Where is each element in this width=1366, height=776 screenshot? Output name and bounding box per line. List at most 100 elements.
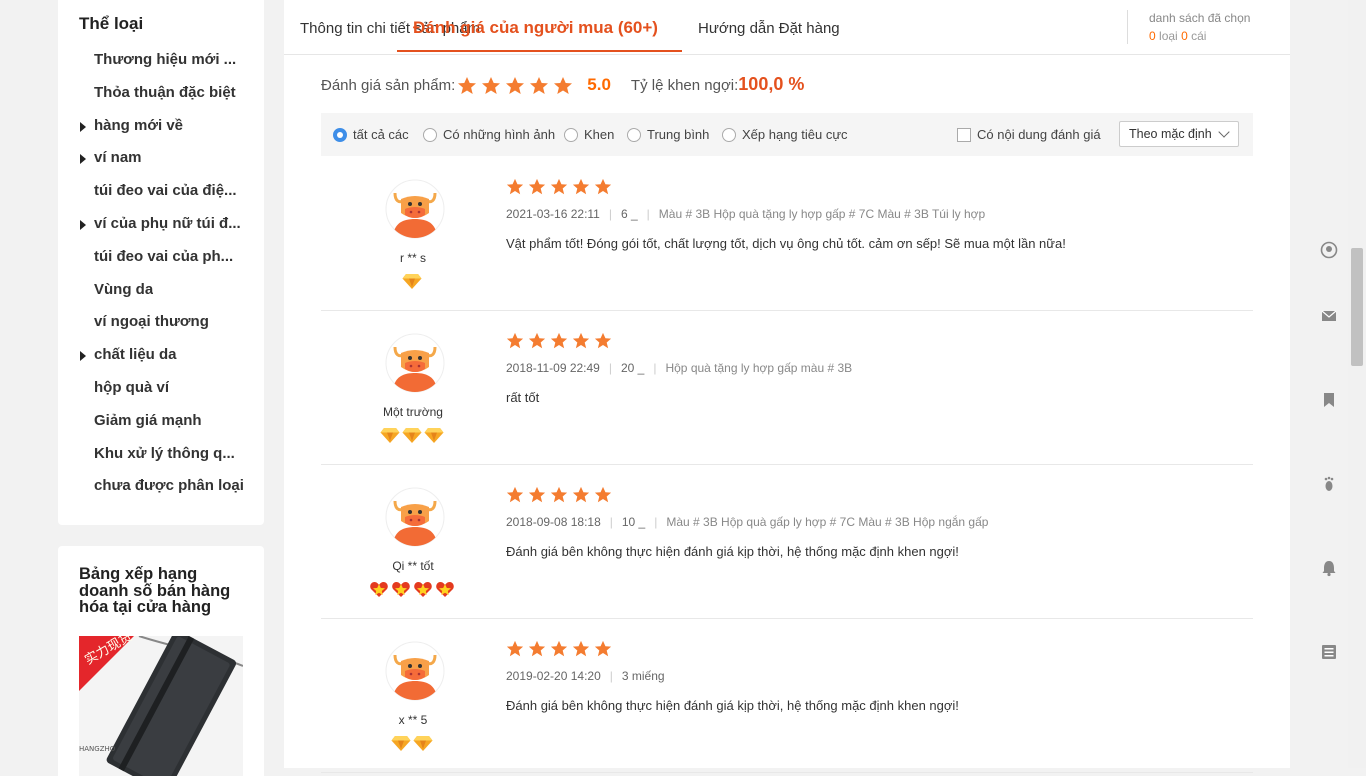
- review-date: 2019-02-20 14:20: [506, 669, 601, 683]
- diamond-badge-icon: [424, 428, 444, 443]
- mail-icon[interactable]: [1320, 307, 1338, 325]
- star-icon: [530, 77, 549, 95]
- category-item[interactable]: hộp quà ví: [79, 372, 259, 405]
- scroll-thumb[interactable]: [1351, 248, 1363, 366]
- reviewer-name: x ** 5: [398, 713, 428, 727]
- category-item[interactable]: Thỏa thuận đặc biệt: [79, 77, 259, 110]
- review-date: 2018-09-08 18:18: [506, 515, 601, 529]
- has-content-filter[interactable]: Có nội dung đánh giá: [957, 125, 1101, 145]
- category-label: Thỏa thuận đặc biệt: [94, 83, 236, 101]
- bull-avatar-icon: [385, 641, 445, 701]
- category-label: ví nam: [94, 149, 142, 167]
- review-date: 2021-03-16 22:11: [506, 207, 600, 221]
- summary-stars: [457, 72, 577, 100]
- filter-neutral[interactable]: Trung bình: [627, 125, 709, 145]
- ranking-product-image[interactable]: 实力现货 HANGZHO: [79, 636, 243, 776]
- star-icon: [594, 486, 612, 503]
- category-label: túi đeo vai của điệ...: [94, 182, 237, 200]
- expand-arrow-icon[interactable]: [80, 121, 86, 132]
- star-icon: [458, 77, 477, 95]
- filter-with-images-label: Có những hình ảnh: [443, 127, 556, 142]
- rating-summary-label: Đánh giá sản phẩm:: [321, 77, 456, 94]
- bull-avatar-icon: [385, 179, 445, 239]
- star-icon: [528, 178, 546, 195]
- has-content-checkbox[interactable]: [957, 128, 971, 142]
- selected-list[interactable]: danh sách đã chọn 0 loại 0 cái: [1127, 10, 1250, 44]
- review-content: Đánh giá bên không thực hiện đánh giá kị…: [506, 698, 959, 713]
- reviewer-name: Một trường: [383, 405, 443, 419]
- bell-icon[interactable]: [1320, 559, 1338, 577]
- sales-ranking-title: Bảng xếp hạng doanh số bán hàng hóa tại …: [79, 565, 231, 616]
- reviewer-name: Qi ** tốt: [392, 559, 434, 573]
- category-panel: Thể loại Thương hiệu mới ... Thỏa thuận đ…: [58, 0, 264, 525]
- review-item: r ** s 2021-03-16 22:11 | 6 _ | Màu # 3B Hộp …: [321, 157, 1253, 311]
- news-icon[interactable]: [1320, 643, 1338, 661]
- category-item[interactable]: hàng mới về: [79, 110, 259, 143]
- avatar: [385, 179, 445, 239]
- ranking-image-text: HANGZHO: [79, 745, 116, 753]
- category-item[interactable]: ví của phụ nữ túi đ...: [79, 208, 259, 241]
- divider: |: [654, 515, 658, 529]
- star-icon: [572, 178, 590, 195]
- review-meta: 2018-11-09 22:49 | 20 _ | Hộp quà tặng ly hợ…: [506, 361, 852, 375]
- category-item[interactable]: Khu xử lý thông q...: [79, 438, 259, 471]
- category-list: Thương hiệu mới ... Thỏa thuận đặc biệt hà…: [79, 44, 259, 503]
- filter-all[interactable]: tất cả các: [333, 125, 409, 145]
- footprint-icon[interactable]: [1320, 475, 1338, 493]
- diamond-badge-icon: [402, 428, 422, 443]
- filter-all-radio[interactable]: [333, 128, 347, 142]
- divider: |: [608, 361, 612, 375]
- star-icon: [506, 77, 525, 95]
- category-item[interactable]: chưa được phân loại: [79, 470, 259, 503]
- review-meta: 2018-09-08 18:18 | 10 _ | Màu # 3B Hộp quà g…: [506, 515, 988, 529]
- review-content: Đánh giá bên không thực hiện đánh giá kị…: [506, 544, 959, 559]
- category-item[interactable]: Thương hiệu mới ...: [79, 44, 259, 77]
- avatar: [385, 333, 445, 393]
- selected-list-title: danh sách đã chọn: [1149, 11, 1251, 25]
- praise-rate-label: Tỷ lệ khen ngợi:: [630, 77, 739, 94]
- category-item[interactable]: túi đeo vai của điệ...: [79, 175, 259, 208]
- star-icon: [594, 332, 612, 349]
- right-toolbar: [1310, 0, 1348, 768]
- heart-badge-icon: [392, 582, 410, 597]
- category-item[interactable]: ví ngoại thương: [79, 306, 259, 339]
- review-stars: [506, 178, 616, 196]
- heart-badge-icon: [436, 582, 454, 597]
- star-icon: [594, 178, 612, 195]
- tab-order-guide[interactable]: Hướng dẫn Đặt hàng: [698, 0, 840, 54]
- category-item[interactable]: Giảm giá mạnh: [79, 405, 259, 438]
- rating-summary: Đánh giá sản phẩm: 5.0 Tỷ lệ khen ngợi:100…: [321, 70, 804, 98]
- divider: |: [653, 361, 657, 375]
- review-content: Vật phẩm tốt! Đóng gói tốt, chất lượng t…: [506, 236, 1066, 251]
- star-icon: [550, 178, 568, 195]
- divider: |: [608, 207, 612, 221]
- expand-arrow-icon[interactable]: [80, 154, 86, 165]
- sort-select[interactable]: Theo mặc định: [1119, 121, 1239, 147]
- filter-with-images-radio[interactable]: [423, 128, 437, 142]
- page-scrollbar[interactable]: [1348, 0, 1366, 768]
- diamond-badge-icon: [413, 736, 433, 751]
- category-item[interactable]: ví nam: [79, 142, 259, 175]
- reviewer-level-badges: [341, 272, 485, 290]
- expand-arrow-icon[interactable]: [80, 219, 86, 230]
- chevron-down-icon: [1218, 126, 1230, 138]
- expand-arrow-icon[interactable]: [80, 351, 86, 362]
- tab-buyer-reviews[interactable]: Đánh giá của người mua (60+): [397, 0, 682, 52]
- filter-positive-radio[interactable]: [564, 128, 578, 142]
- user-circle-icon[interactable]: [1320, 241, 1338, 259]
- reviewer-level-badges: [341, 734, 485, 752]
- bookmark-icon[interactable]: [1320, 391, 1338, 409]
- filter-negative[interactable]: Xếp hạng tiêu cực: [722, 125, 848, 145]
- sort-select-value: Theo mặc định: [1129, 127, 1212, 141]
- selected-counts: 0 loại 0 cái: [1149, 26, 1250, 46]
- filter-positive[interactable]: Khen: [564, 125, 614, 145]
- star-icon: [482, 77, 501, 95]
- filter-with-images[interactable]: Có những hình ảnh: [423, 125, 555, 145]
- category-item[interactable]: Vùng da: [79, 274, 259, 307]
- filter-neutral-radio[interactable]: [627, 128, 641, 142]
- review-filter-bar: tất cả các Có những hình ảnh Khen Trung …: [321, 113, 1253, 156]
- category-item[interactable]: chất liệu da: [79, 339, 259, 372]
- category-item[interactable]: túi đeo vai của ph...: [79, 241, 259, 274]
- filter-negative-radio[interactable]: [722, 128, 736, 142]
- bull-avatar-icon: [385, 487, 445, 547]
